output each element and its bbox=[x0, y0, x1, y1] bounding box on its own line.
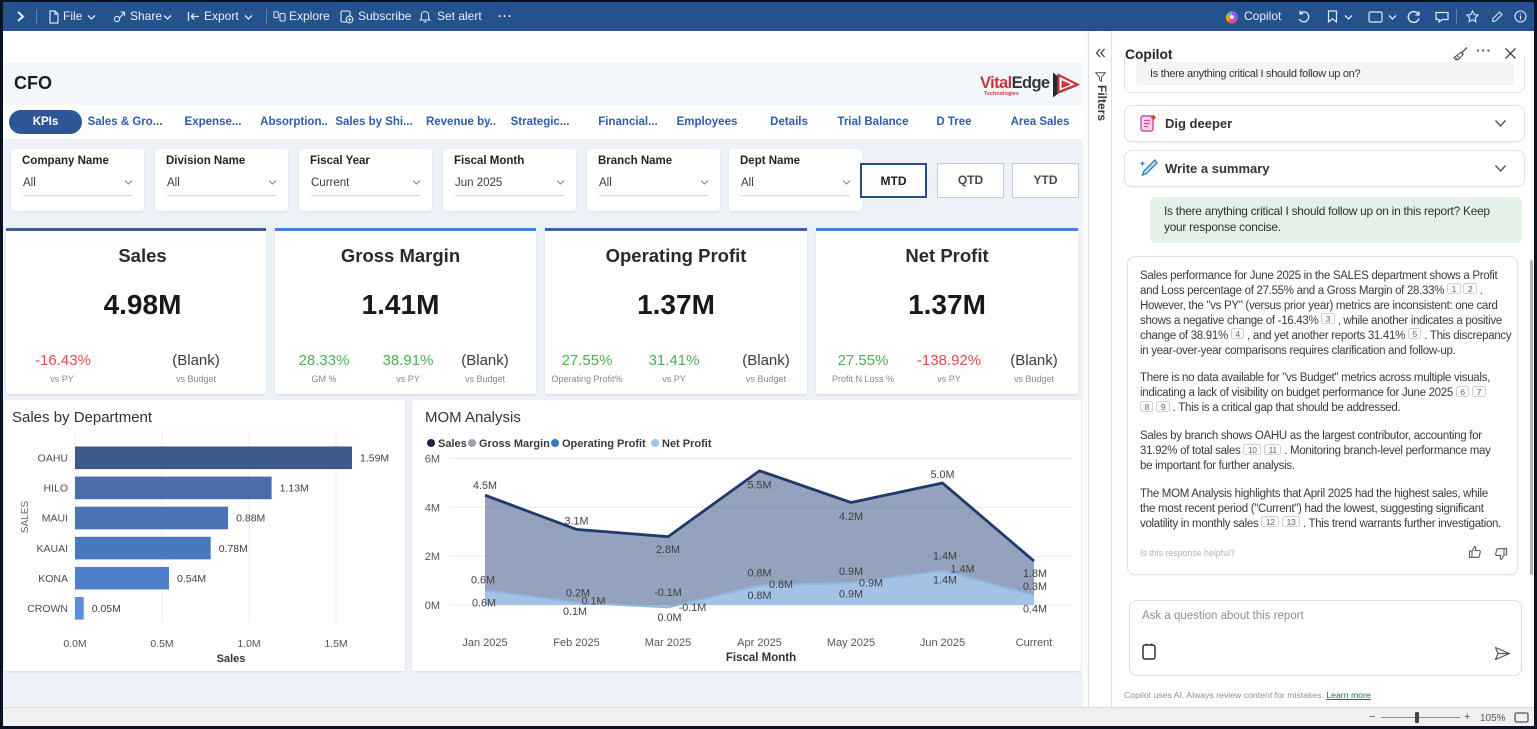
svg-text:0.5M: 0.5M bbox=[150, 638, 173, 650]
svg-text:0.05M: 0.05M bbox=[92, 603, 121, 615]
svg-text:0.4M: 0.4M bbox=[1023, 604, 1047, 616]
svg-text:0.8M: 0.8M bbox=[747, 568, 771, 580]
svg-text:Mar 2025: Mar 2025 bbox=[645, 637, 691, 649]
svg-text:4.5M: 4.5M bbox=[473, 480, 497, 492]
svg-text:MOM Analysis: MOM Analysis bbox=[425, 409, 521, 426]
svg-text:0.78M: 0.78M bbox=[219, 543, 248, 555]
svg-text:1.13M: 1.13M bbox=[280, 483, 309, 495]
svg-text:0.6M: 0.6M bbox=[471, 575, 495, 587]
svg-text:-0.1M: -0.1M bbox=[654, 587, 682, 599]
svg-text:Current: Current bbox=[1016, 637, 1053, 649]
svg-text:Fiscal Month: Fiscal Month bbox=[726, 652, 796, 664]
svg-text:1.59M: 1.59M bbox=[360, 453, 389, 465]
svg-text:Sales: Sales bbox=[217, 653, 246, 665]
svg-text:KONA: KONA bbox=[38, 573, 68, 585]
svg-text:5.5M: 5.5M bbox=[747, 480, 771, 492]
svg-text:SALES: SALES bbox=[20, 501, 31, 534]
svg-text:1.8M: 1.8M bbox=[1023, 568, 1047, 580]
svg-text:6M: 6M bbox=[425, 454, 440, 466]
svg-text:4.2M: 4.2M bbox=[839, 511, 863, 523]
svg-text:0.88M: 0.88M bbox=[236, 513, 265, 525]
svg-text:2.8M: 2.8M bbox=[656, 544, 680, 556]
svg-text:1.0M: 1.0M bbox=[237, 638, 260, 650]
svg-text:KAUAI: KAUAI bbox=[36, 543, 68, 555]
svg-text:Sales: Sales bbox=[438, 438, 467, 450]
svg-text:1.4M: 1.4M bbox=[933, 551, 957, 563]
svg-text:3.1M: 3.1M bbox=[564, 516, 588, 528]
svg-text:May 2025: May 2025 bbox=[827, 637, 875, 649]
svg-text:0.9M: 0.9M bbox=[839, 589, 863, 601]
svg-text:Jan 2025: Jan 2025 bbox=[462, 637, 507, 649]
svg-text:0M: 0M bbox=[425, 600, 440, 612]
svg-text:2M: 2M bbox=[425, 551, 440, 563]
svg-text:0.1M: 0.1M bbox=[563, 606, 587, 618]
svg-text:0.3M: 0.3M bbox=[1023, 581, 1047, 593]
svg-text:0.8M: 0.8M bbox=[769, 579, 793, 591]
svg-text:1.4M: 1.4M bbox=[933, 575, 957, 587]
svg-text:5.0M: 5.0M bbox=[930, 469, 954, 481]
svg-text:HILO: HILO bbox=[43, 483, 68, 495]
svg-text:1.5M: 1.5M bbox=[324, 638, 347, 650]
svg-text:Feb 2025: Feb 2025 bbox=[553, 637, 599, 649]
svg-text:Operating Profit: Operating Profit bbox=[562, 438, 646, 450]
svg-text:0.0M: 0.0M bbox=[657, 612, 681, 624]
svg-text:CROWN: CROWN bbox=[27, 603, 68, 615]
svg-text:4M: 4M bbox=[425, 502, 440, 514]
svg-text:Net Profit: Net Profit bbox=[662, 438, 712, 450]
svg-text:Sales by Department: Sales by Department bbox=[12, 409, 153, 426]
svg-text:Gross Margin: Gross Margin bbox=[479, 438, 550, 450]
svg-text:0.8M: 0.8M bbox=[747, 590, 771, 602]
svg-text:MAUI: MAUI bbox=[42, 513, 68, 525]
svg-text:-0.1M: -0.1M bbox=[679, 602, 707, 614]
svg-text:OAHU: OAHU bbox=[38, 453, 68, 465]
svg-text:0.0M: 0.0M bbox=[63, 638, 86, 650]
svg-text:0.9M: 0.9M bbox=[839, 566, 863, 578]
svg-text:Apr 2025: Apr 2025 bbox=[737, 637, 782, 649]
svg-text:Jun 2025: Jun 2025 bbox=[920, 637, 965, 649]
svg-text:0.54M: 0.54M bbox=[177, 573, 206, 585]
svg-text:0.6M: 0.6M bbox=[472, 598, 496, 610]
